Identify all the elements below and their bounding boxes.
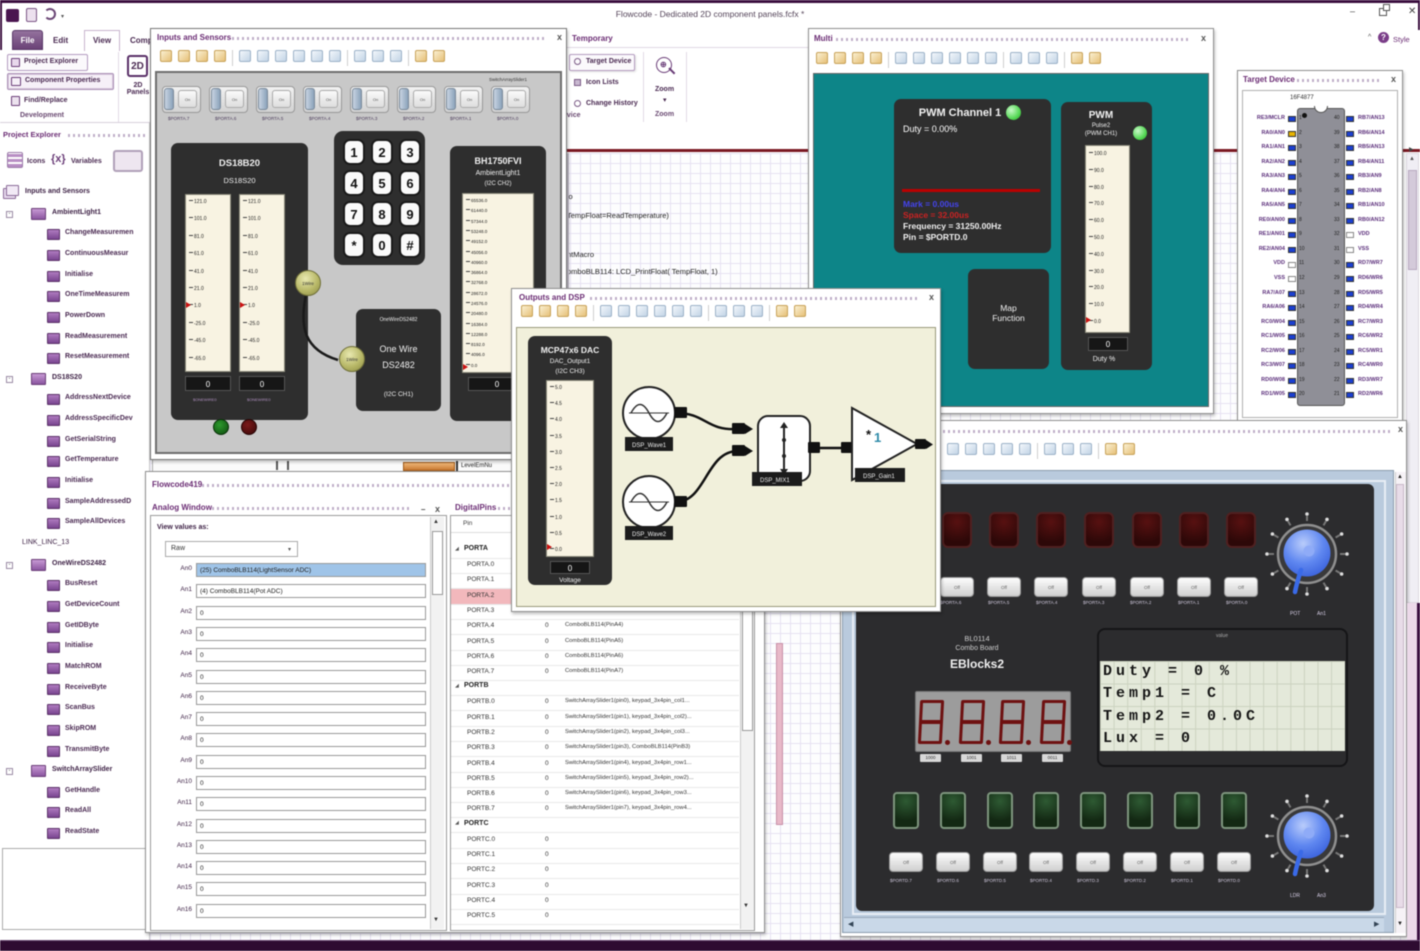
svg-text:DSP_Wave2: DSP_Wave2 <box>632 532 667 538</box>
svg-text:DSP_MIX1: DSP_MIX1 <box>760 478 790 484</box>
svg-text:DSP_Wave1: DSP_Wave1 <box>632 443 667 449</box>
svg-text:1: 1 <box>874 430 881 445</box>
svg-text:DSP_Gain1: DSP_Gain1 <box>863 474 895 480</box>
